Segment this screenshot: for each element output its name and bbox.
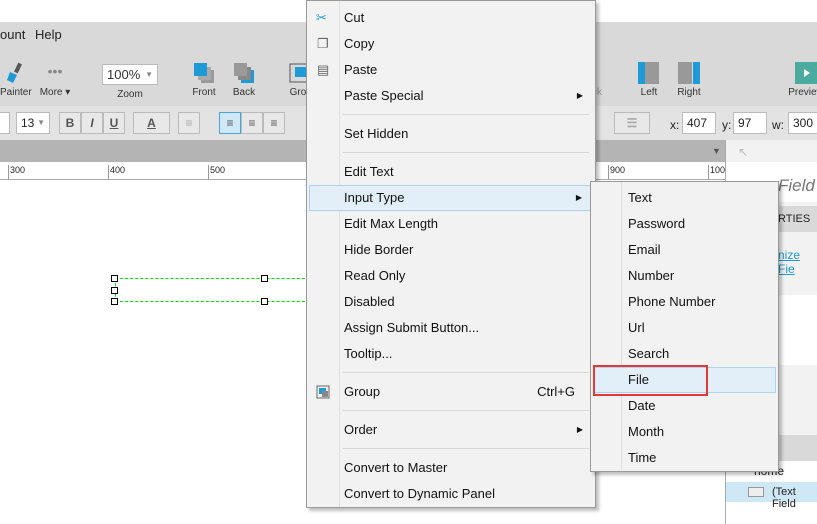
align-left-button[interactable]: Left bbox=[636, 62, 662, 98]
font-size-select[interactable]: 13 ▼ bbox=[16, 112, 50, 134]
x-input[interactable]: 407 bbox=[682, 112, 716, 134]
back-button[interactable]: Back bbox=[230, 62, 258, 98]
bring-front-icon bbox=[194, 63, 214, 83]
context-menu: ✂ Cut ❐ Copy ▤ Paste Paste Special ▶ Set Hid… bbox=[306, 0, 596, 508]
customize-link[interactable]: nize Fie bbox=[778, 248, 817, 276]
zoom-control[interactable]: 100% ▼ Zoom bbox=[102, 64, 158, 100]
submenu-item-email[interactable]: Email bbox=[593, 237, 776, 263]
y-input[interactable]: 97 bbox=[733, 112, 767, 134]
submenu-item-month[interactable]: Month bbox=[593, 419, 776, 445]
align-right-icon bbox=[678, 62, 700, 84]
align-text-left-button[interactable]: ≡ bbox=[219, 112, 241, 134]
submenu-item-date[interactable]: Date bbox=[593, 393, 776, 419]
submenu-arrow-icon: ▶ bbox=[576, 91, 583, 100]
menu-item-edit-text[interactable]: Edit Text bbox=[309, 159, 593, 185]
highlight-box bbox=[593, 365, 708, 396]
font-color-button[interactable]: A bbox=[133, 112, 170, 134]
menu-item-convert-master[interactable]: Convert to Master bbox=[309, 455, 593, 481]
more-icon: ••• bbox=[47, 63, 63, 79]
menu-item-hide-border[interactable]: Hide Border bbox=[309, 237, 593, 263]
submenu-item-time[interactable]: Time bbox=[593, 445, 776, 471]
submenu-item-text[interactable]: Text bbox=[593, 185, 776, 211]
resize-handle[interactable] bbox=[111, 298, 118, 305]
menu-item-cut[interactable]: ✂ Cut bbox=[309, 5, 593, 31]
align-text-center-button[interactable]: ≡ bbox=[241, 112, 263, 134]
group-icon bbox=[289, 63, 308, 83]
menu-item-paste[interactable]: ▤ Paste bbox=[309, 57, 593, 83]
send-back-icon bbox=[234, 63, 254, 83]
submenu-item-password[interactable]: Password bbox=[593, 211, 776, 237]
menu-help[interactable]: Help bbox=[35, 27, 62, 42]
menu-account[interactable]: ount bbox=[0, 27, 25, 42]
text-field-icon bbox=[748, 487, 764, 497]
w-input[interactable]: 300 bbox=[788, 112, 817, 134]
format-painter-button[interactable]: Painter bbox=[0, 62, 32, 98]
menu-item-input-type[interactable]: Input Type ▶ bbox=[309, 185, 593, 211]
submenu-item-number[interactable]: Number bbox=[593, 263, 776, 289]
resize-handle[interactable] bbox=[111, 275, 118, 282]
menu-item-tooltip[interactable]: Tooltip... bbox=[309, 341, 593, 367]
menu-item-order[interactable]: Order ▶ bbox=[309, 417, 593, 443]
group-icon bbox=[316, 385, 330, 399]
input-type-submenu: Text Password Email Number Phone Number … bbox=[590, 181, 779, 472]
bullet-button[interactable]: ≡ bbox=[178, 112, 200, 134]
resize-handle[interactable] bbox=[261, 298, 268, 305]
resize-handle[interactable] bbox=[261, 275, 268, 282]
menu-item-read-only[interactable]: Read Only bbox=[309, 263, 593, 289]
align-text-right-button[interactable]: ≡ bbox=[263, 112, 285, 134]
text-field-widget[interactable] bbox=[115, 278, 315, 302]
submenu-arrow-icon: ▶ bbox=[576, 425, 583, 434]
menu-item-disabled[interactable]: Disabled bbox=[309, 289, 593, 315]
submenu-item-search[interactable]: Search bbox=[593, 341, 776, 367]
properties-tab[interactable]: RTIES bbox=[778, 213, 810, 225]
menu-item-group[interactable]: Group Ctrl+G bbox=[309, 379, 593, 405]
submenu-arrow-icon: ▶ bbox=[575, 193, 582, 202]
underline-button[interactable]: U bbox=[103, 112, 125, 134]
bold-button[interactable]: B bbox=[59, 112, 81, 134]
spacing-button[interactable]: ☰ bbox=[614, 112, 650, 134]
align-left-icon bbox=[638, 62, 659, 84]
font-select[interactable] bbox=[0, 112, 10, 134]
menu-item-edit-max-length[interactable]: Edit Max Length bbox=[309, 211, 593, 237]
submenu-item-phone-number[interactable]: Phone Number bbox=[593, 289, 776, 315]
resize-handle[interactable] bbox=[111, 287, 118, 294]
scissors-icon: ✂ bbox=[316, 10, 327, 25]
tabs-dropdown-icon[interactable]: ▼ bbox=[712, 146, 721, 156]
brush-icon bbox=[7, 62, 22, 83]
menu-item-copy[interactable]: ❐ Copy bbox=[309, 31, 593, 57]
menu-item-assign-submit[interactable]: Assign Submit Button... bbox=[309, 315, 593, 341]
play-icon bbox=[795, 62, 817, 84]
zoom-select[interactable]: 100% ▼ bbox=[102, 64, 158, 85]
more-button[interactable]: ••• More ▾ bbox=[38, 62, 72, 98]
paste-icon: ▤ bbox=[317, 62, 330, 77]
menu-item-set-hidden[interactable]: Set Hidden bbox=[309, 121, 593, 147]
submenu-item-url[interactable]: Url bbox=[593, 315, 776, 341]
menu-item-convert-dynamic-panel[interactable]: Convert to Dynamic Panel bbox=[309, 481, 593, 507]
outline-item[interactable]: (Text Field bbox=[726, 482, 817, 510]
preview-button[interactable]: Preview bbox=[786, 62, 817, 98]
collapse-icon[interactable]: ↖ bbox=[738, 145, 748, 159]
align-right-button[interactable]: Right bbox=[676, 62, 702, 98]
menu-item-paste-special[interactable]: Paste Special ▶ bbox=[309, 83, 593, 109]
group-button[interactable]: Gro bbox=[288, 62, 308, 98]
italic-button[interactable]: I bbox=[81, 112, 103, 134]
front-button[interactable]: Front bbox=[190, 62, 218, 98]
copy-icon: ❐ bbox=[317, 36, 329, 51]
